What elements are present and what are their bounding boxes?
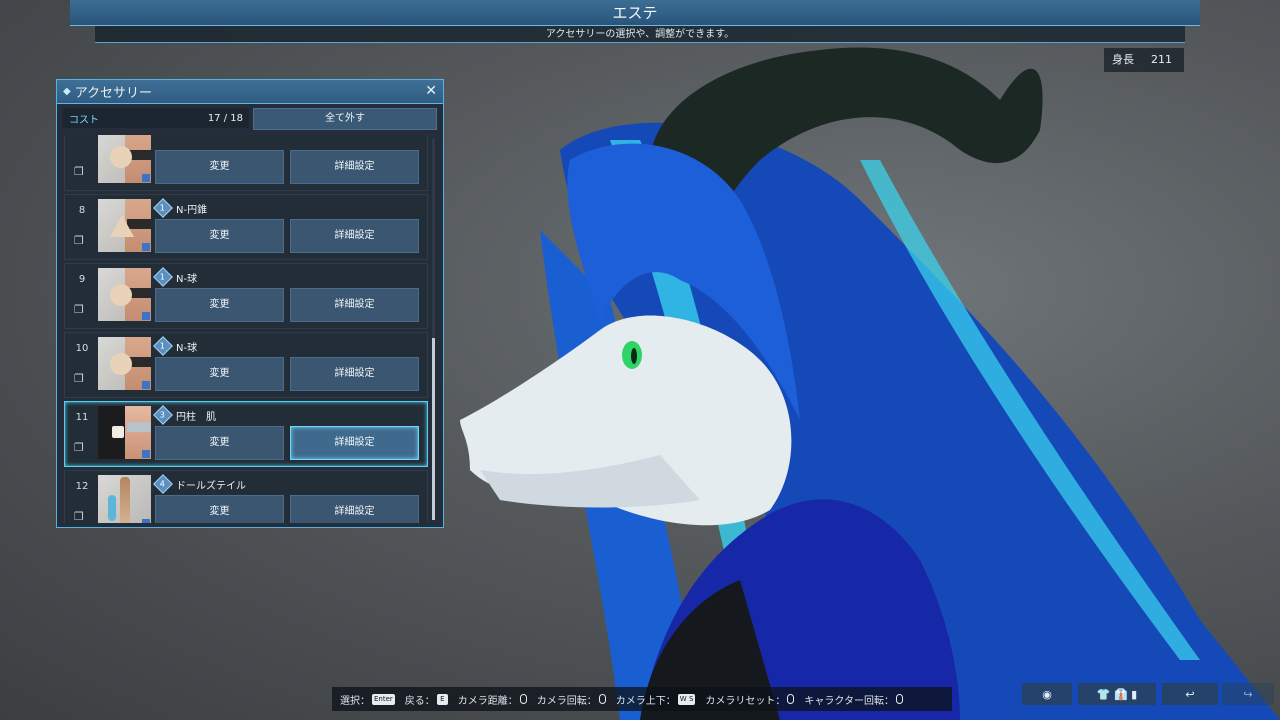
item-thumbnail [98,199,151,252]
hint-camera-rotate: カメラ回転： [537,692,606,707]
hint-camera-updown: カメラ上下： W S [615,693,696,707]
item-number: 9 [78,274,86,285]
control-hints-bar: 選択： Enter 戻る： E カメラ距離： カメラ回転： カメラ上下： W S… [332,687,952,711]
level-badge: 1 [153,336,173,356]
list-item: ❐ 変更 詳細設定 [64,135,428,191]
hint-camera-reset: カメラリセット： [705,692,795,707]
height-value: 211 [1151,53,1172,66]
panel-title: アクセサリー [74,86,153,101]
level-badge: 3 [153,405,173,425]
ws-key-icon: W S [677,693,696,705]
close-icon[interactable]: ✕ [425,83,437,99]
item-name: ドールズテイル [176,480,246,492]
cost-label: コスト [69,114,99,126]
accessory-list: ❐ 変更 詳細設定 8 ❐ 1 N-円錐 変更 詳細設定 9 ❐ 1 N-球 変… [63,135,429,523]
cost-display: コスト 17 / 18 [63,108,249,128]
sphere-icon[interactable]: ◉ [1022,683,1072,705]
list-item[interactable]: 10 ❐ 1 N-球 変更 詳細設定 [64,332,428,398]
item-name: 円柱 肌 [176,411,216,423]
copy-icon[interactable]: ❐ [74,234,84,247]
change-button[interactable]: 変更 [155,150,284,184]
detail-settings-button[interactable]: 詳細設定 [290,426,419,460]
accessory-panel: ◆ アクセサリー ✕ コスト 17 / 18 全て外す ❐ 変更 詳細設定 8 … [56,79,444,528]
copy-icon[interactable]: ❐ [74,372,84,385]
hint-select: 選択： Enter [340,693,395,707]
item-name: N-円錐 [176,204,208,216]
page-subtitle: アクセサリーの選択や、調整ができます。 [95,26,1185,43]
detail-settings-button[interactable]: 詳細設定 [290,357,419,391]
item-name: N-球 [176,273,198,285]
change-button[interactable]: 変更 [155,219,284,253]
item-number: 11 [75,412,89,423]
item-name-area: 1 N-球 [153,267,198,287]
item-number: 12 [75,481,89,492]
item-thumbnail [98,475,151,523]
item-thumbnail [98,135,151,183]
level-badge: 1 [153,198,173,218]
diamond-icon: ◆ [63,86,71,97]
e-key-icon: E [436,693,448,705]
mouse-icon [519,694,527,704]
height-readout: 身長 211 [1104,48,1184,72]
copy-icon[interactable]: ❐ [74,303,84,316]
level-badge: 1 [153,267,173,287]
item-name-area: 1 N-円錐 [153,198,208,218]
item-name-area: 4 ドールズテイル [153,474,246,494]
copy-icon[interactable]: ❐ [74,165,84,178]
pupil [631,348,637,364]
item-number: 10 [75,343,89,354]
item-name: N-球 [176,342,198,354]
hint-character-rotate: キャラクター回転： [804,692,903,707]
mouse-icon [598,694,606,704]
panel-title-bar: ◆ アクセサリー ✕ [57,80,443,104]
list-item-selected[interactable]: 11 ❐ 3 円柱 肌 変更 詳細設定 [64,401,428,467]
list-item[interactable]: 9 ❐ 1 N-球 変更 詳細設定 [64,263,428,329]
enter-key-icon: Enter [372,693,395,705]
hint-back: 戻る： E [405,692,448,707]
detail-settings-button[interactable]: 詳細設定 [290,288,419,322]
list-scrollbar[interactable] [432,138,435,520]
detail-settings-button[interactable]: 詳細設定 [290,219,419,253]
mouse-icon [787,694,795,704]
cost-row: コスト 17 / 18 全て外す [57,104,443,134]
item-thumbnail [98,337,151,390]
copy-icon[interactable]: ❐ [74,441,84,454]
change-button[interactable]: 変更 [155,495,284,523]
copy-icon[interactable]: ❐ [74,510,84,523]
item-name-area: 3 円柱 肌 [153,405,216,425]
remove-all-button[interactable]: 全て外す [253,108,437,130]
item-thumbnail [98,406,151,459]
mouse-icon [896,694,903,704]
item-thumbnail [98,268,151,321]
undo-icon[interactable]: ↩ [1162,683,1218,705]
outfit-icon[interactable]: 👕 👔 ▮ [1078,683,1156,705]
page-title: エステ [70,0,1200,26]
detail-settings-button[interactable]: 詳細設定 [290,150,419,184]
level-badge: 4 [153,474,173,494]
hint-camera-distance: カメラ距離： [458,692,527,707]
redo-icon[interactable]: ↪ [1222,683,1274,705]
item-name-area: 1 N-球 [153,336,198,356]
scrollbar-thumb[interactable] [432,338,435,520]
change-button[interactable]: 変更 [155,357,284,391]
cost-value: 17 / 18 [207,112,243,124]
change-button[interactable]: 変更 [155,426,284,460]
detail-settings-button[interactable]: 詳細設定 [290,495,419,523]
list-item[interactable]: 8 ❐ 1 N-円錐 変更 詳細設定 [64,194,428,260]
height-label: 身長 [1112,53,1134,66]
change-button[interactable]: 変更 [155,288,284,322]
item-number: 8 [78,205,86,216]
list-item[interactable]: 12 ❐ 4 ドールズテイル 変更 詳細設定 [64,470,428,523]
